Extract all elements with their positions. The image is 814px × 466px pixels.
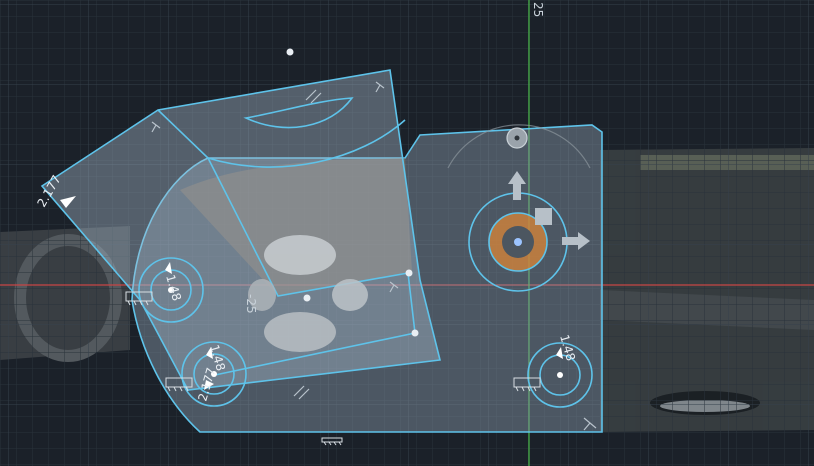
plane-handle-icon[interactable]	[535, 208, 552, 225]
rotate-handle-dot	[514, 135, 520, 141]
origin-point-icon[interactable]	[514, 238, 522, 246]
sketch-canvas[interactable]: 2.177 1.48 1.48 2.177 1.48 25 -25	[0, 0, 814, 466]
vertical-axis-label: 25	[531, 2, 545, 17]
sketch-axis-label: -25	[244, 294, 258, 314]
cad-sketch-viewport[interactable]: 2.177 1.48 1.48 2.177 1.48 25 -25	[0, 0, 814, 466]
